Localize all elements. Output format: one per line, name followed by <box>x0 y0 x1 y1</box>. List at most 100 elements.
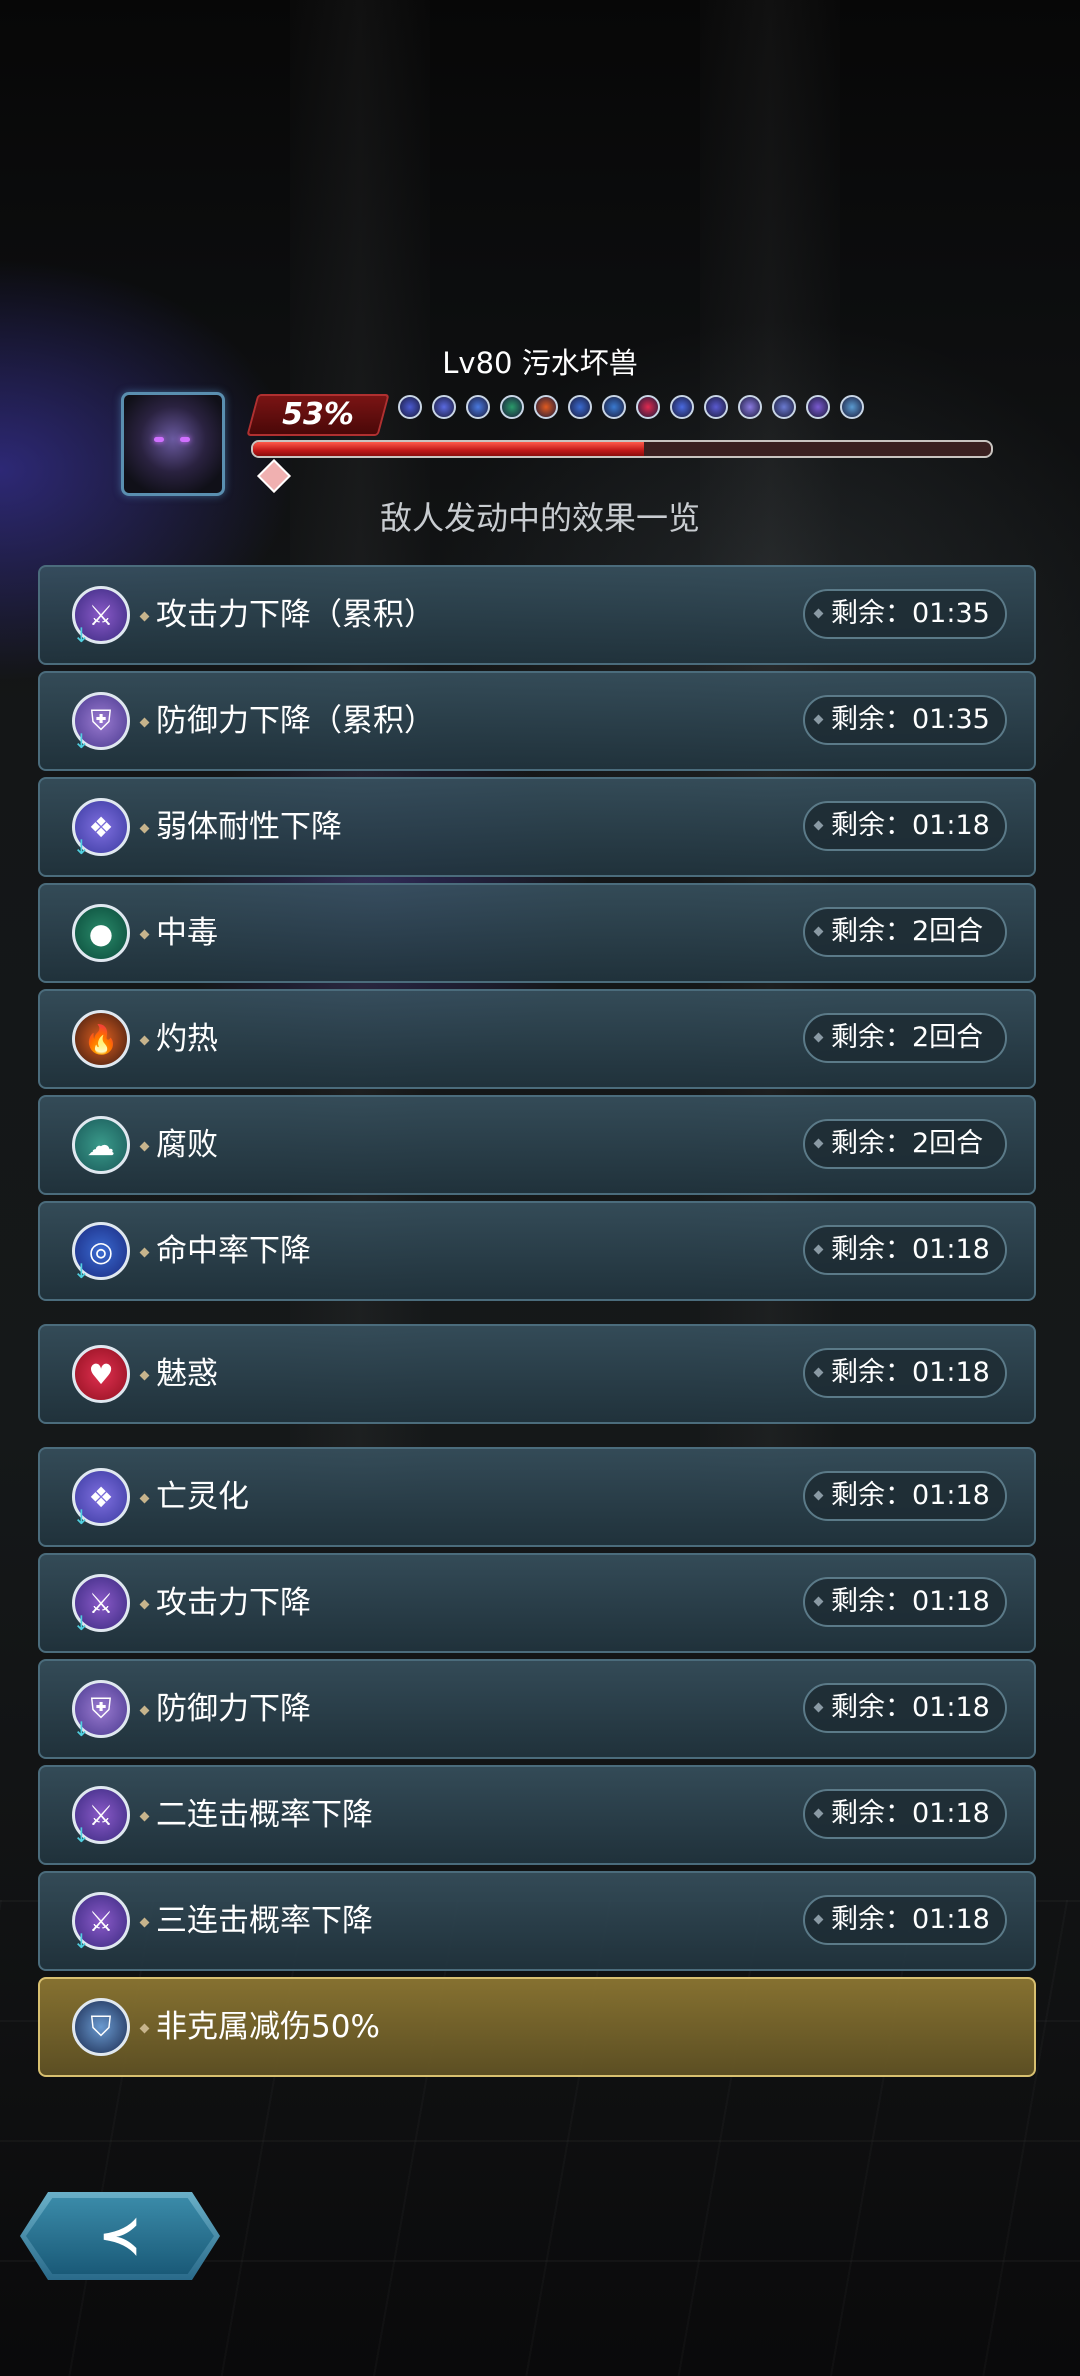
effect-row[interactable]: ☁ 腐败 剩余：2回合 <box>38 1095 1036 1195</box>
effect-row[interactable]: ⚔ ↓ 二连击概率下降 剩余：01:18 <box>38 1765 1036 1865</box>
diamond-down-icon: ❖ ↓ <box>72 1468 130 1529</box>
bullet-diamond-icon <box>139 1599 150 1610</box>
shield-down-icon: ⛨ ↓ <box>72 692 130 753</box>
down-arrow-icon: ↓ <box>73 1717 90 1741</box>
effect-row[interactable]: ⚔ ↓ 攻击力下降（累积） 剩余：01:35 <box>38 565 1036 665</box>
effect-remaining-timer: 剩余：01:18 <box>803 1225 1007 1275</box>
hp-bar <box>251 440 993 458</box>
down-arrow-icon: ↓ <box>73 729 90 753</box>
status-effect-icon <box>432 395 456 419</box>
bullet-diamond-icon <box>139 929 150 940</box>
status-effect-icon <box>568 395 592 419</box>
bullet-diamond-icon <box>139 1370 150 1381</box>
status-effect-icon <box>534 395 558 419</box>
effect-label: 攻击力下降 <box>156 1585 311 1621</box>
status-effect-icon <box>840 395 864 419</box>
back-arrow-icon: ≺ <box>98 2206 142 2266</box>
effect-label: 亡灵化 <box>156 1479 249 1515</box>
effect-row[interactable]: 🔥 灼热 剩余：2回合 <box>38 989 1036 1089</box>
effect-label: 防御力下降 <box>156 1691 311 1727</box>
enemy-portrait <box>121 392 225 496</box>
break-gem-icon <box>257 459 291 493</box>
bullet-diamond-icon <box>139 1917 150 1928</box>
effect-row[interactable]: ♥ 魅惑 剩余：01:18 <box>38 1324 1036 1424</box>
effect-remaining-timer: 剩余：01:18 <box>803 1789 1007 1839</box>
guard-shield-icon: ⛉ <box>72 1998 130 2056</box>
status-icon-row <box>398 395 864 419</box>
status-effect-icon <box>636 395 660 419</box>
bullet-diamond-icon <box>139 1811 150 1822</box>
double-sword-down-icon: ⚔ ↓ <box>72 1786 130 1847</box>
sword-down-icon: ⚔ ↓ <box>72 1574 130 1635</box>
effect-label: 腐败 <box>156 1127 218 1163</box>
effects-list-title: 敌人发动中的效果一览 <box>379 499 700 537</box>
status-effect-icon <box>670 395 694 419</box>
ghost-icon: ☁ <box>72 1116 130 1174</box>
heart-icon: ♥ <box>72 1345 130 1403</box>
effect-label: 二连击概率下降 <box>156 1797 373 1833</box>
effect-label: 弱体耐性下降 <box>156 809 342 845</box>
hp-bar-fill <box>253 442 645 456</box>
down-arrow-icon: ↓ <box>73 835 90 859</box>
status-effect-icon <box>704 395 728 419</box>
bullet-diamond-icon <box>139 1035 150 1046</box>
status-effect-icon <box>738 395 762 419</box>
triple-sword-down-icon: ⚔ ↓ <box>72 1892 130 1953</box>
effect-remaining-timer: 剩余：2回合 <box>803 1013 1007 1063</box>
effect-remaining-timer: 剩余：01:18 <box>803 801 1007 851</box>
bullet-diamond-icon <box>139 2023 150 2034</box>
down-arrow-icon: ↓ <box>73 623 90 647</box>
effect-row[interactable]: ● 中毒 剩余：2回合 <box>38 883 1036 983</box>
effect-label: 中毒 <box>156 915 218 951</box>
effect-row[interactable]: ⛉ 非克属减伤50% <box>38 1977 1036 2077</box>
effect-label: 三连击概率下降 <box>156 1903 373 1939</box>
status-effect-icon <box>602 395 626 419</box>
effect-label: 魅惑 <box>156 1356 218 1392</box>
status-effect-icon <box>772 395 796 419</box>
effect-row[interactable]: ⛨ ↓ 防御力下降（累积） 剩余：01:35 <box>38 671 1036 771</box>
bullet-diamond-icon <box>139 823 150 834</box>
bullet-diamond-icon <box>139 1247 150 1258</box>
bullet-diamond-icon <box>139 1493 150 1504</box>
effect-label: 防御力下降（累积） <box>156 703 435 739</box>
bullet-diamond-icon <box>139 611 150 622</box>
status-effect-icon <box>466 395 490 419</box>
effect-remaining-timer: 剩余：01:18 <box>803 1683 1007 1733</box>
status-effect-icon <box>398 395 422 419</box>
effect-label: 非克属减伤50% <box>156 2009 380 2045</box>
effect-remaining-timer: 剩余：01:35 <box>803 695 1007 745</box>
status-effect-icon <box>806 395 830 419</box>
effect-label: 灼热 <box>156 1021 218 1057</box>
effect-row[interactable]: ⚔ ↓ 三连击概率下降 剩余：01:18 <box>38 1871 1036 1971</box>
fire-icon: 🔥 <box>72 1010 130 1068</box>
effect-remaining-timer: 剩余：01:18 <box>803 1577 1007 1627</box>
status-effect-icon <box>500 395 524 419</box>
bullet-diamond-icon <box>139 1141 150 1152</box>
down-arrow-icon: ↓ <box>73 1929 90 1953</box>
diamond-down-icon: ❖ ↓ <box>72 798 130 859</box>
effect-row[interactable]: ◎ ↓ 命中率下降 剩余：01:18 <box>38 1201 1036 1301</box>
effect-row[interactable]: ⚔ ↓ 攻击力下降 剩余：01:18 <box>38 1553 1036 1653</box>
effect-row[interactable]: ❖ ↓ 亡灵化 剩余：01:18 <box>38 1447 1036 1547</box>
back-button[interactable]: ≺ <box>20 2192 220 2280</box>
poison-icon: ● <box>72 904 130 962</box>
effect-remaining-timer: 剩余：2回合 <box>803 907 1007 957</box>
sword-down-icon: ⚔ ↓ <box>72 586 130 647</box>
shield-down-icon: ⛨ ↓ <box>72 1680 130 1741</box>
effect-row[interactable]: ⛨ ↓ 防御力下降 剩余：01:18 <box>38 1659 1036 1759</box>
down-arrow-icon: ↓ <box>73 1823 90 1847</box>
bullet-diamond-icon <box>139 1705 150 1716</box>
effect-remaining-timer: 剩余：01:18 <box>803 1348 1007 1398</box>
effect-label: 命中率下降 <box>156 1233 311 1269</box>
hp-percent-badge: 53% <box>246 394 390 436</box>
effect-label: 攻击力下降（累积） <box>156 597 435 633</box>
effect-row[interactable]: ❖ ↓ 弱体耐性下降 剩余：01:18 <box>38 777 1036 877</box>
enemy-name: Lv80 污水坏兽 <box>442 346 638 380</box>
bullet-diamond-icon <box>139 717 150 728</box>
down-arrow-icon: ↓ <box>73 1505 90 1529</box>
effect-remaining-timer: 剩余：2回合 <box>803 1119 1007 1169</box>
effect-remaining-timer: 剩余：01:18 <box>803 1471 1007 1521</box>
down-arrow-icon: ↓ <box>73 1611 90 1635</box>
target-down-icon: ◎ ↓ <box>72 1222 130 1283</box>
down-arrow-icon: ↓ <box>73 1259 90 1283</box>
